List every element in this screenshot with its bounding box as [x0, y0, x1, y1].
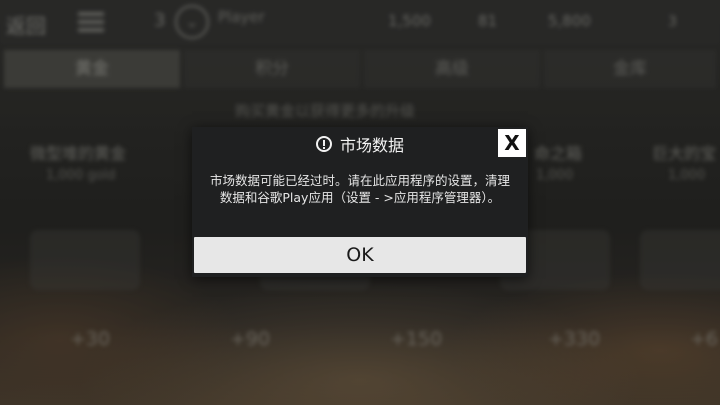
dialog-title-row: 市场数据	[192, 132, 528, 156]
alert-circle-icon	[315, 136, 332, 152]
dialog-title: 市场数据	[339, 136, 404, 155]
dialog-header: 市场数据 X	[192, 127, 528, 159]
ok-button[interactable]: OK	[194, 237, 526, 273]
market-data-dialog: 市场数据 X 市场数据可能已经过时。请在此应用程序的设置，清理数据和谷歌Play…	[192, 127, 528, 277]
close-button[interactable]: X	[498, 129, 526, 157]
dialog-message: 市场数据可能已经过时。请在此应用程序的设置，清理数据和谷歌Play应用（设置 -…	[209, 173, 510, 205]
